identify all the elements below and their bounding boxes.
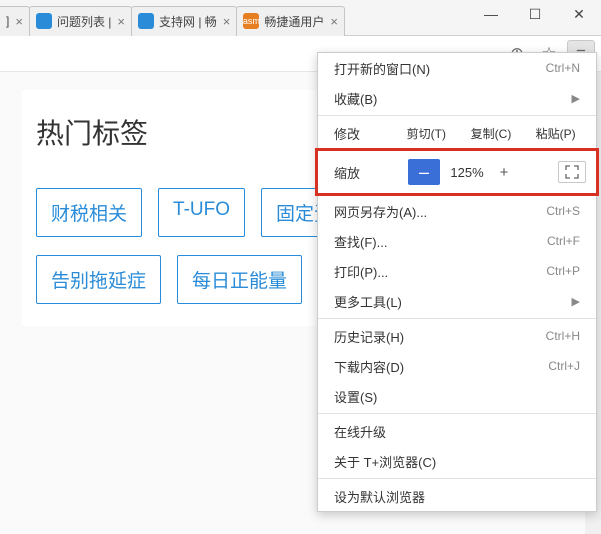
fullscreen-icon (565, 165, 579, 179)
menu-label: 下载内容(D) (334, 357, 404, 376)
tag-item[interactable]: 告别拖延症 (36, 255, 161, 304)
tab-3[interactable]: asm 畅捷通用户 × (236, 6, 345, 36)
tag-item[interactable]: 财税相关 (36, 188, 142, 237)
menu-label: 打印(P)... (334, 262, 388, 281)
tab-title: 问题列表 | (57, 13, 111, 30)
chevron-right-icon: ▶ (572, 92, 580, 105)
tab-title: ] (6, 14, 9, 28)
menu-shortcut: Ctrl+P (546, 264, 580, 278)
menu-item-new-window[interactable]: 打开新的窗口(N) Ctrl+N (318, 53, 596, 83)
tag-item[interactable]: 每日正能量 (177, 255, 302, 304)
window-controls: — ☐ ✕ (469, 0, 601, 28)
menu-label: 修改 (334, 124, 394, 143)
cut-button[interactable]: 剪切(T) (394, 125, 459, 142)
menu-item-favorites[interactable]: 收藏(B) ▶ (318, 83, 596, 113)
tab-title: 畅捷通用户 (264, 13, 324, 30)
close-icon[interactable]: × (15, 14, 23, 29)
zoom-in-button[interactable]: + (494, 164, 514, 181)
menu-label: 关于 T+浏览器(C) (334, 452, 436, 471)
menu-label: 缩放 (334, 163, 408, 182)
tag-item[interactable]: T-UFO (158, 188, 245, 237)
main-menu: 打开新的窗口(N) Ctrl+N 收藏(B) ▶ 修改 剪切(T) 复制(C) … (317, 52, 597, 512)
menu-item-print[interactable]: 打印(P)... Ctrl+P (318, 256, 596, 286)
menu-label: 更多工具(L) (334, 292, 402, 311)
menu-label: 查找(F)... (334, 232, 387, 251)
favicon-icon (138, 13, 154, 29)
menu-label: 网页另存为(A)... (334, 202, 427, 221)
menu-label: 收藏(B) (334, 89, 377, 108)
menu-label: 设置(S) (334, 387, 377, 406)
menu-item-about[interactable]: 关于 T+浏览器(C) (318, 446, 596, 476)
menu-item-history[interactable]: 历史记录(H) Ctrl+H (318, 321, 596, 351)
tab-1[interactable]: 问题列表 | × (29, 6, 132, 36)
favicon-icon: asm (243, 13, 259, 29)
menu-item-find[interactable]: 查找(F)... Ctrl+F (318, 226, 596, 256)
menu-item-save-as[interactable]: 网页另存为(A)... Ctrl+S (318, 196, 596, 226)
menu-shortcut: Ctrl+N (546, 61, 580, 75)
menu-label: 历史记录(H) (334, 327, 404, 346)
close-icon[interactable]: × (117, 14, 125, 29)
zoom-value: 125% (440, 165, 494, 180)
menu-separator (318, 478, 596, 479)
tab-title: 支持网 | 畅 (159, 13, 217, 30)
close-icon[interactable]: × (330, 14, 338, 29)
menu-shortcut: Ctrl+F (547, 234, 580, 248)
menu-item-downloads[interactable]: 下载内容(D) Ctrl+J (318, 351, 596, 381)
paste-button[interactable]: 粘贴(P) (523, 125, 588, 142)
close-icon[interactable]: × (223, 14, 231, 29)
menu-item-edit: 修改 剪切(T) 复制(C) 粘贴(P) (318, 118, 596, 148)
fullscreen-button[interactable] (558, 161, 586, 183)
menu-shortcut: Ctrl+J (548, 359, 580, 373)
menu-item-set-default[interactable]: 设为默认浏览器 (318, 481, 596, 511)
menu-separator (318, 413, 596, 414)
chevron-right-icon: ▶ (572, 295, 580, 308)
zoom-row-highlight: 缩放 – 125% + (315, 148, 599, 196)
tab-bar: ] × 问题列表 | × 支持网 | 畅 × asm 畅捷通用户 × — ☐ ✕ (0, 0, 601, 36)
menu-shortcut: Ctrl+H (546, 329, 580, 343)
menu-label: 在线升级 (334, 422, 386, 441)
menu-separator (318, 115, 596, 116)
copy-button[interactable]: 复制(C) (459, 125, 524, 142)
menu-item-zoom: 缩放 – 125% + (318, 151, 596, 193)
menu-separator (318, 318, 596, 319)
tab-0[interactable]: ] × (0, 6, 30, 36)
zoom-out-button[interactable]: – (408, 159, 440, 185)
menu-item-online-upgrade[interactable]: 在线升级 (318, 416, 596, 446)
minimize-button[interactable]: — (469, 0, 513, 28)
favicon-icon (36, 13, 52, 29)
menu-label: 打开新的窗口(N) (334, 59, 430, 78)
menu-label: 设为默认浏览器 (334, 487, 425, 506)
close-button[interactable]: ✕ (557, 0, 601, 28)
maximize-button[interactable]: ☐ (513, 0, 557, 28)
tab-2[interactable]: 支持网 | 畅 × (131, 6, 237, 36)
menu-item-settings[interactable]: 设置(S) (318, 381, 596, 411)
menu-item-more-tools[interactable]: 更多工具(L) ▶ (318, 286, 596, 316)
menu-shortcut: Ctrl+S (546, 204, 580, 218)
